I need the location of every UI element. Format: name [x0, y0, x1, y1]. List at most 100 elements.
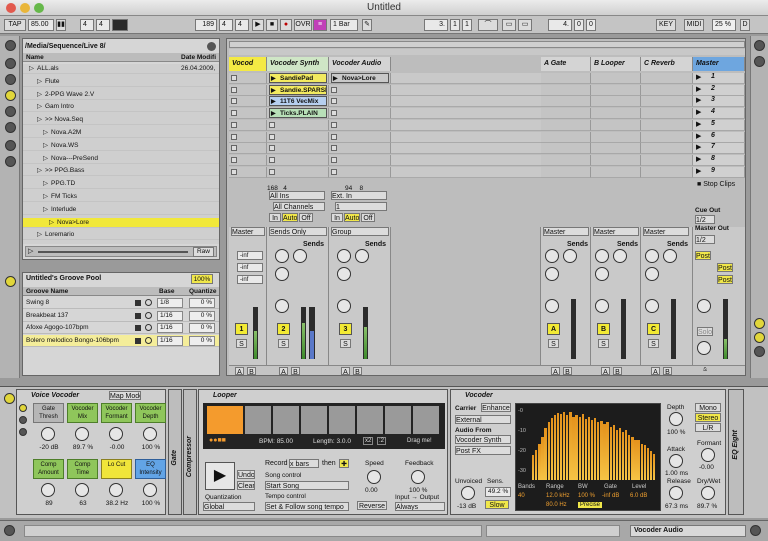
- file-row[interactable]: ▷ Nova.A2M: [23, 128, 219, 138]
- looper-activator[interactable]: B: [597, 323, 610, 335]
- file-browser-2-icon[interactable]: [5, 106, 16, 117]
- col-name[interactable]: Name: [26, 53, 44, 62]
- file-row[interactable]: ▷ Gam Intro: [23, 102, 219, 113]
- xfade-b-1[interactable]: B: [247, 367, 256, 375]
- clip-slot[interactable]: [267, 131, 329, 143]
- automation-arm-button[interactable]: ≡: [313, 19, 327, 31]
- gate-pan-knob[interactable]: [545, 299, 559, 313]
- clip-slot[interactable]: [329, 143, 391, 155]
- looper-transport-button[interactable]: ▶: [205, 462, 235, 490]
- clip-stop-icon[interactable]: [331, 86, 337, 93]
- clip[interactable]: ▶ SandiePad: [269, 73, 327, 83]
- audio-send-a-knob[interactable]: [337, 249, 351, 263]
- loop-switch[interactable]: ⌒: [478, 19, 498, 31]
- groove-row[interactable]: Swing 8 1/8 0 %: [23, 297, 219, 309]
- clip-slot[interactable]: [267, 154, 329, 166]
- sig-denominator[interactable]: 4: [96, 19, 110, 31]
- gate-send-c-knob[interactable]: [545, 267, 559, 281]
- clip-slot[interactable]: [229, 131, 267, 143]
- tap-button[interactable]: TAP: [4, 19, 26, 31]
- looper-display[interactable]: ●●■■ BPM: 85.00 Length: 3.0.0 x2 :2 Drag…: [203, 403, 445, 449]
- clip-stop-icon[interactable]: [269, 145, 275, 152]
- macro-label-button[interactable]: Vocoder Mix: [67, 403, 98, 423]
- plugin-browser-icon[interactable]: [5, 74, 16, 85]
- macro-knob[interactable]: [41, 427, 55, 441]
- file-row[interactable]: ▷ Nova.WS: [23, 141, 219, 151]
- disclosure-triangle-icon[interactable]: ▷: [43, 179, 48, 188]
- gate-solo[interactable]: S: [548, 339, 559, 348]
- file-row[interactable]: ▷ Nova>Lore: [23, 217, 219, 228]
- clip-slot[interactable]: 4 ▶: [693, 108, 745, 120]
- xfade-a-3[interactable]: A: [341, 367, 350, 375]
- clip-slot[interactable]: [591, 119, 641, 131]
- scene-launch-icon[interactable]: ▶: [696, 120, 701, 128]
- file-row[interactable]: ▷ Flute: [23, 77, 219, 87]
- crossfader[interactable]: ⩯: [703, 366, 741, 375]
- preview-bar[interactable]: ▷ Raw: [25, 246, 217, 257]
- selected-track-label[interactable]: Vocoder Audio: [630, 525, 746, 537]
- col-date[interactable]: Date Modifi: [181, 53, 216, 62]
- punch-in-button[interactable]: ▭: [502, 19, 516, 31]
- clip-stop-icon[interactable]: [269, 121, 275, 128]
- clip-stop-icon[interactable]: [331, 110, 337, 117]
- file-row[interactable]: ▷ Nova---PreSend: [23, 154, 219, 164]
- clip-slot[interactable]: [541, 84, 591, 96]
- range-high[interactable]: 12.0 kHz: [546, 493, 570, 499]
- stereo-button[interactable]: Stereo: [695, 413, 721, 422]
- file-row[interactable]: ▷ >> PPG.Bass: [23, 166, 219, 177]
- groove-base-menu[interactable]: 1/8: [157, 298, 183, 308]
- audio-from-menu[interactable]: Vocoder Synth: [455, 435, 511, 444]
- clip-stop-icon[interactable]: [231, 98, 237, 105]
- clip-slot[interactable]: [541, 73, 591, 84]
- clip-slot[interactable]: [229, 84, 267, 96]
- disclosure-triangle-icon[interactable]: ▷: [43, 205, 48, 214]
- clip-slot[interactable]: 9 ▶: [693, 166, 745, 178]
- reverb-output-routing[interactable]: Master: [643, 227, 689, 236]
- looper-solo[interactable]: S: [598, 339, 609, 348]
- clip-play-icon[interactable]: ▶: [271, 109, 276, 117]
- clip-play-icon[interactable]: ▶: [271, 86, 276, 94]
- macro-knob[interactable]: [75, 483, 89, 497]
- clip-slot[interactable]: [591, 131, 641, 143]
- audio-output-routing[interactable]: Group: [331, 227, 389, 236]
- enhance-button[interactable]: Enhance: [481, 403, 511, 412]
- clip-stop-icon[interactable]: [231, 110, 237, 117]
- looper-quant-menu[interactable]: Global: [203, 502, 255, 511]
- clip-slot[interactable]: [541, 131, 591, 143]
- loop-length-sub[interactable]: 0: [586, 19, 596, 31]
- raw-button[interactable]: Raw: [192, 247, 214, 257]
- gate-device-folded[interactable]: Gate: [168, 389, 182, 515]
- clip-slot[interactable]: [641, 131, 693, 143]
- clip-stop-icon[interactable]: [269, 168, 275, 175]
- looper-x2-button[interactable]: x2: [363, 437, 374, 445]
- loop-length-beat[interactable]: 0: [574, 19, 584, 31]
- device-browser-icon[interactable]: [5, 58, 16, 69]
- clip[interactable]: ▶ Ticks.PLAIN: [269, 108, 327, 119]
- groove-hotswap-icon[interactable]: [145, 324, 152, 331]
- gate-send-b-knob[interactable]: [563, 249, 577, 263]
- return-post-c[interactable]: Post: [717, 275, 733, 284]
- xfade-b-4[interactable]: B: [563, 367, 572, 375]
- clip-slot[interactable]: [229, 154, 267, 166]
- track-header[interactable]: C Reverb: [641, 57, 693, 71]
- level-value[interactable]: 6.0 dB: [630, 493, 647, 499]
- record-button[interactable]: ●: [280, 19, 292, 31]
- disclosure-triangle-icon[interactable]: ▷: [37, 115, 42, 124]
- info-view-toggle-icon[interactable]: [4, 525, 15, 536]
- audio-input-channel[interactable]: 1: [335, 202, 387, 211]
- lr-button[interactable]: L/R: [695, 423, 721, 432]
- clip-slot[interactable]: [329, 131, 391, 143]
- track-header[interactable]: Vocoder Audio: [329, 57, 391, 71]
- clip-slot[interactable]: [641, 119, 693, 131]
- release-knob[interactable]: [669, 486, 683, 500]
- file-row[interactable]: ▷ Loremario: [23, 230, 219, 241]
- clip[interactable]: ▶ 11T6 VecMix: [269, 96, 327, 107]
- file-row[interactable]: ▷ PPG.TD: [23, 179, 219, 190]
- audio-pan-knob[interactable]: [337, 299, 351, 313]
- clip-slot[interactable]: [329, 119, 391, 131]
- rack-power-icon[interactable]: [19, 404, 27, 412]
- clip-stop-icon[interactable]: [231, 133, 237, 140]
- browser-toggle-icon[interactable]: [5, 40, 16, 51]
- audio-from-tap-menu[interactable]: Post FX: [455, 446, 511, 455]
- reverb-send-c-knob[interactable]: [645, 267, 659, 281]
